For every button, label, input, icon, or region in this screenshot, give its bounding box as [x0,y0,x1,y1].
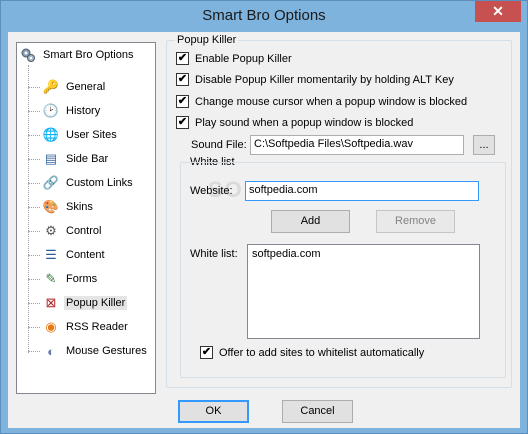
list-item[interactable]: softpedia.com [252,248,475,260]
globe-icon: 🌐 [42,127,60,142]
tree-item-label: Skins [66,201,93,213]
browse-button[interactable]: ... [473,135,495,155]
checkbox-box[interactable]: ✔ [200,346,213,359]
checkbox-label: Play sound when a popup window is blocke… [195,116,414,129]
tree-item-label: Content [66,249,105,261]
gear-icon: ⚙ [45,223,57,238]
checkbox-label: Change mouse cursor when a popup window … [195,95,468,108]
add-button[interactable]: Add [271,210,350,233]
tree-item-control[interactable]: ⚙ Control [28,221,103,241]
tree-item-label: User Sites [66,129,117,141]
cancel-button[interactable]: Cancel [282,400,353,423]
enable-popup-killer-checkbox[interactable]: ✔ Enable Popup Killer [176,52,292,65]
tree-item-history[interactable]: 🕑 History [28,101,102,121]
tree-item-forms[interactable]: ✎ Forms [28,269,99,289]
tree-item-popup-killer[interactable]: ⊠ Popup Killer [28,293,128,313]
tree-item-label: RSS Reader [66,321,128,333]
tree-item-user-sites[interactable]: 🌐 User Sites [28,125,119,145]
tree-item-label: Side Bar [66,153,109,165]
tree-item-label: Custom Links [66,177,133,189]
tree-item-content[interactable]: ☰ Content [28,245,107,265]
tree-item-label: Mouse Gestures [66,345,147,357]
tree-item-label: Forms [66,273,98,285]
tree-item-label: Control [66,225,102,237]
options-window: Smart Bro Options ✕ Smart Bro Options 🔑 … [0,0,528,434]
checkbox-box[interactable]: ✔ [176,73,189,86]
whitelist-listbox[interactable]: softpedia.com [247,244,480,339]
ok-button[interactable]: OK [178,400,249,423]
group-title: Popup Killer [175,34,239,46]
title-bar[interactable]: Smart Bro Options ✕ [1,1,527,31]
checkbox-box[interactable]: ✔ [176,95,189,108]
key-icon: 🔑 [42,79,60,94]
skins-icon: 🎨 [42,199,60,214]
tree-item-side-bar[interactable]: ▤ Side Bar [28,149,110,169]
form-pencil-icon: ✎ [45,271,57,286]
website-label: Website: [190,185,233,197]
window-title: Smart Bro Options [202,7,326,24]
checkbox-box[interactable]: ✔ [176,116,189,129]
gear-cluster-icon [19,46,37,64]
popup-block-icon: ⊠ [45,295,57,310]
checkbox-label: Enable Popup Killer [195,52,292,65]
tree-item-label: History [66,105,101,117]
dialog-client-area: Smart Bro Options 🔑 General 🕑 History 🌐 … [8,32,520,428]
tree-item-label: Popup Killer [64,296,128,310]
checkbox-label: Offer to add sites to whitelist automati… [219,346,425,359]
tree-item-skins[interactable]: 🎨 Skins [28,197,95,217]
sidebar-icon: ▤ [44,151,58,166]
disable-alt-key-checkbox[interactable]: ✔ Disable Popup Killer momentarily by ho… [176,73,454,86]
close-button[interactable]: ✕ [475,1,521,22]
offer-add-whitelist-checkbox[interactable]: ✔ Offer to add sites to whitelist automa… [200,346,424,359]
tree-root[interactable]: Smart Bro Options [19,45,135,65]
mouse-icon: ◐ [47,343,55,359]
sound-file-label: Sound File: [191,139,247,151]
play-sound-checkbox[interactable]: ✔ Play sound when a popup window is bloc… [176,116,413,129]
tree-item-custom-links[interactable]: 🔗 Custom Links [28,173,135,193]
tree-root-label: Smart Bro Options [43,49,134,61]
list-icon: ☰ [45,247,57,262]
tree-item-label: General [66,81,106,93]
links-icon: 🔗 [42,175,60,190]
tree-item-rss-reader[interactable]: ◉ RSS Reader [28,317,130,337]
tree-item-mouse-gestures[interactable]: ◐ Mouse Gestures [28,341,149,361]
whitelist-label: White list: [190,248,238,260]
sound-file-field[interactable]: C:\Softpedia Files\Softpedia.wav [250,135,464,155]
checkbox-box[interactable]: ✔ [176,52,189,65]
remove-button[interactable]: Remove [376,210,455,233]
checkbox-label: Disable Popup Killer momentarily by hold… [195,73,454,86]
website-input[interactable]: softpedia.com [245,181,479,201]
clock-history-icon: 🕑 [42,103,60,118]
change-cursor-checkbox[interactable]: ✔ Change mouse cursor when a popup windo… [176,95,467,108]
rss-icon: ◉ [45,319,57,334]
tree-item-general[interactable]: 🔑 General [28,77,107,97]
options-tree[interactable]: Smart Bro Options 🔑 General 🕑 History 🌐 … [16,42,156,394]
